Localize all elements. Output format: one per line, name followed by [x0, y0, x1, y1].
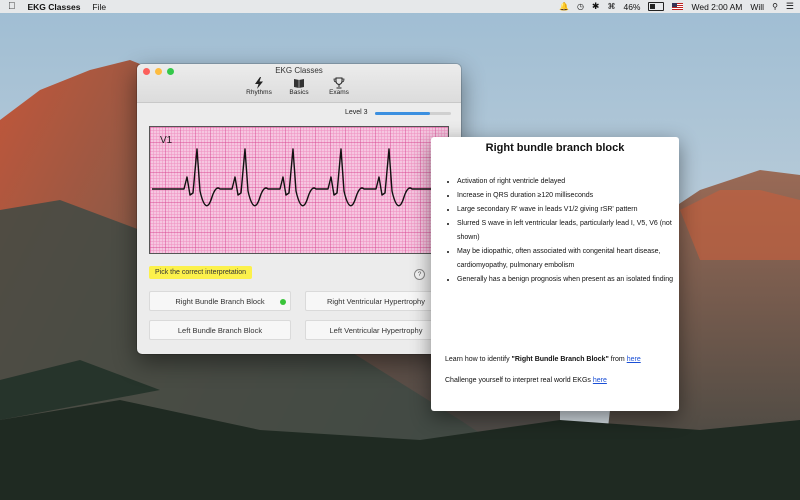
- bluetooth-icon[interactable]: ✱: [592, 1, 600, 12]
- clock[interactable]: Wed 2:00 AM: [691, 2, 742, 12]
- challenge-prefix: Challenge yourself to interpret real wor…: [445, 377, 593, 384]
- toolbar-rhythms[interactable]: Rhythms: [246, 77, 272, 96]
- toolbar-exams-label: Exams: [329, 89, 349, 96]
- learn-line: Learn how to identify "Right Bundle Bran…: [445, 356, 641, 363]
- level-label: Level 3: [345, 109, 368, 116]
- ekg-trace: [152, 148, 446, 207]
- answer-left-ventricular-hypertrophy[interactable]: Left Ventricular Hypertrophy: [305, 320, 447, 340]
- list-item: Increase in QRS duration ≥120 millisecon…: [457, 189, 683, 203]
- answer-label: Left Bundle Branch Block: [177, 326, 263, 335]
- wifi-icon[interactable]: ⌘: [607, 2, 615, 11]
- help-button[interactable]: ?: [414, 269, 425, 280]
- window-title: EKG Classes: [275, 66, 323, 75]
- battery-icon[interactable]: [648, 2, 665, 11]
- app-menu[interactable]: EKG Classes: [28, 2, 81, 12]
- status-area: 🔔 ◷ ✱ ⌘ 46% Wed 2:00 AM Will ⚲ ☰: [559, 0, 794, 13]
- title-bar: EKG Classes Rhythms Basics Exams: [137, 64, 461, 103]
- apple-menu-icon[interactable]: : [8, 0, 16, 13]
- trophy-icon: [333, 77, 345, 89]
- toolbar: Rhythms Basics Exams: [137, 77, 461, 96]
- panel-title: Right bundle branch block: [485, 142, 625, 154]
- explanation-panel: Right bundle branch block Activation of …: [431, 137, 679, 411]
- battery-percent[interactable]: 46%: [623, 2, 640, 12]
- notification-icon[interactable]: 🔔: [559, 2, 569, 11]
- answer-label: Right Ventricular Hypertrophy: [327, 297, 425, 306]
- learn-prefix: Learn how to identify: [445, 356, 512, 363]
- spotlight-icon[interactable]: ⚲: [772, 2, 778, 11]
- answer-right-ventricular-hypertrophy[interactable]: Right Ventricular Hypertrophy: [305, 291, 447, 311]
- learn-mid: from: [608, 356, 627, 363]
- list-item: Large secondary R' wave in leads V1/2 gi…: [457, 203, 683, 217]
- toolbar-basics[interactable]: Basics: [286, 77, 312, 96]
- level-progress-bar: [375, 112, 451, 115]
- list-item: May be idiopathic, often associated with…: [457, 245, 683, 273]
- toolbar-exams[interactable]: Exams: [326, 77, 352, 96]
- learn-here-link[interactable]: here: [627, 356, 641, 363]
- correct-indicator-dot: [280, 299, 286, 305]
- challenge-here-link[interactable]: here: [593, 377, 607, 384]
- answer-right-bundle-branch-block[interactable]: Right Bundle Branch Block: [149, 291, 291, 311]
- notification-center-icon[interactable]: ☰: [786, 1, 794, 12]
- answer-label: Right Bundle Branch Block: [175, 297, 265, 306]
- answer-left-bundle-branch-block[interactable]: Left Bundle Branch Block: [149, 320, 291, 340]
- list-item: Activation of right ventricle delayed: [457, 175, 683, 189]
- toolbar-basics-label: Basics: [289, 89, 309, 96]
- toolbar-rhythms-label: Rhythms: [246, 89, 272, 96]
- answer-label: Left Ventricular Hypertrophy: [329, 326, 423, 335]
- file-menu[interactable]: File: [92, 2, 106, 12]
- prompt-highlight: Pick the correct interpretation: [149, 266, 253, 279]
- criteria-list: Activation of right ventricle delayed In…: [445, 175, 683, 287]
- book-icon: [294, 79, 304, 88]
- learn-topic: "Right Bundle Branch Block": [511, 356, 609, 363]
- ekg-strip: V1: [149, 126, 449, 254]
- list-item: Slurred S wave in left ventricular leads…: [457, 217, 683, 245]
- time-machine-icon[interactable]: ◷: [577, 2, 584, 11]
- level-progress-fill: [375, 112, 430, 115]
- user-name[interactable]: Will: [750, 2, 764, 12]
- lightning-icon: [255, 77, 263, 89]
- level-row: Level 3: [137, 108, 461, 120]
- list-item: Generally has a benign prognosis when pr…: [457, 273, 683, 287]
- ekg-window: EKG Classes Rhythms Basics Exams Level 3…: [137, 64, 461, 354]
- challenge-line: Challenge yourself to interpret real wor…: [445, 377, 607, 384]
- menu-bar:  EKG Classes File 🔔 ◷ ✱ ⌘ 46% Wed 2:00 …: [0, 0, 800, 13]
- input-source-flag-icon[interactable]: [672, 3, 684, 10]
